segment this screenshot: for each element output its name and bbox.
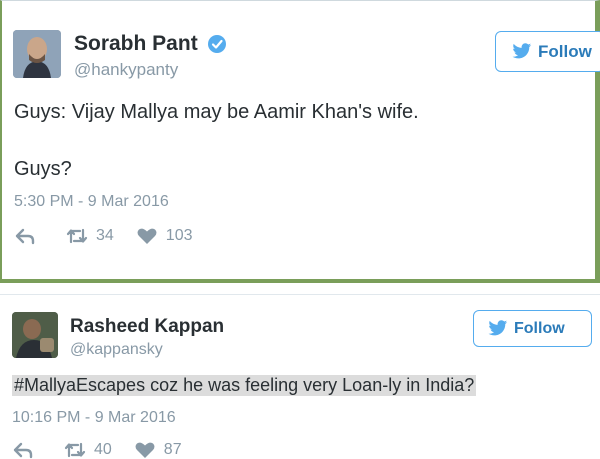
- avatar[interactable]: [13, 30, 61, 78]
- retweet-count: 40: [94, 441, 112, 458]
- verified-badge-icon: [208, 35, 226, 53]
- heart-icon: [137, 228, 157, 244]
- tweet-card: Sorabh Pant @hankypanty Follow Guys: Vij…: [0, 0, 600, 283]
- like-count: 87: [163, 441, 182, 458]
- tweet-timestamp[interactable]: 5:30 PM - 9 Mar 2016: [14, 193, 169, 211]
- tweet-text: #MallyaEscapes coz he was feeling very L…: [12, 375, 477, 396]
- follow-label: Follow: [514, 319, 565, 337]
- retweet-icon: [64, 442, 86, 458]
- heart-icon: [135, 442, 155, 458]
- twitter-bird-icon: [512, 43, 532, 59]
- reply-button[interactable]: [12, 441, 42, 459]
- tweet-actions: 40 87: [12, 441, 204, 459]
- avatar[interactable]: [12, 312, 58, 358]
- reply-icon: [15, 228, 35, 245]
- retweet-icon: [66, 228, 88, 244]
- twitter-bird-icon: [488, 320, 508, 336]
- follow-button[interactable]: Follow: [495, 31, 600, 72]
- like-count: 103: [165, 227, 193, 244]
- tweet-card: Rasheed Kappan @kappansky Follow #Mallya…: [0, 294, 600, 459]
- retweet-button[interactable]: 40: [64, 441, 112, 459]
- follow-button[interactable]: Follow: [473, 310, 592, 347]
- reply-button[interactable]: [14, 227, 44, 245]
- tweet-text-line: Guys?: [14, 158, 72, 180]
- user-handle[interactable]: @hankypanty: [74, 60, 178, 80]
- retweet-count: 34: [96, 227, 114, 244]
- tweet-timestamp[interactable]: 10:16 PM - 9 Mar 2016: [12, 409, 176, 427]
- retweet-button[interactable]: 34: [66, 227, 114, 245]
- display-name[interactable]: Rasheed Kappan: [70, 316, 224, 338]
- display-name[interactable]: Sorabh Pant: [74, 32, 198, 56]
- reply-icon: [13, 442, 33, 459]
- tweet-actions: 34 103: [14, 227, 215, 245]
- like-button[interactable]: 87: [134, 441, 182, 459]
- tweet-text-line: Guys: Vijay Mallya may be Aamir Khan's w…: [14, 101, 419, 123]
- card-separator: [0, 283, 600, 294]
- like-button[interactable]: 103: [136, 227, 193, 245]
- follow-label: Follow: [538, 41, 592, 61]
- user-handle[interactable]: @kappansky: [70, 341, 163, 359]
